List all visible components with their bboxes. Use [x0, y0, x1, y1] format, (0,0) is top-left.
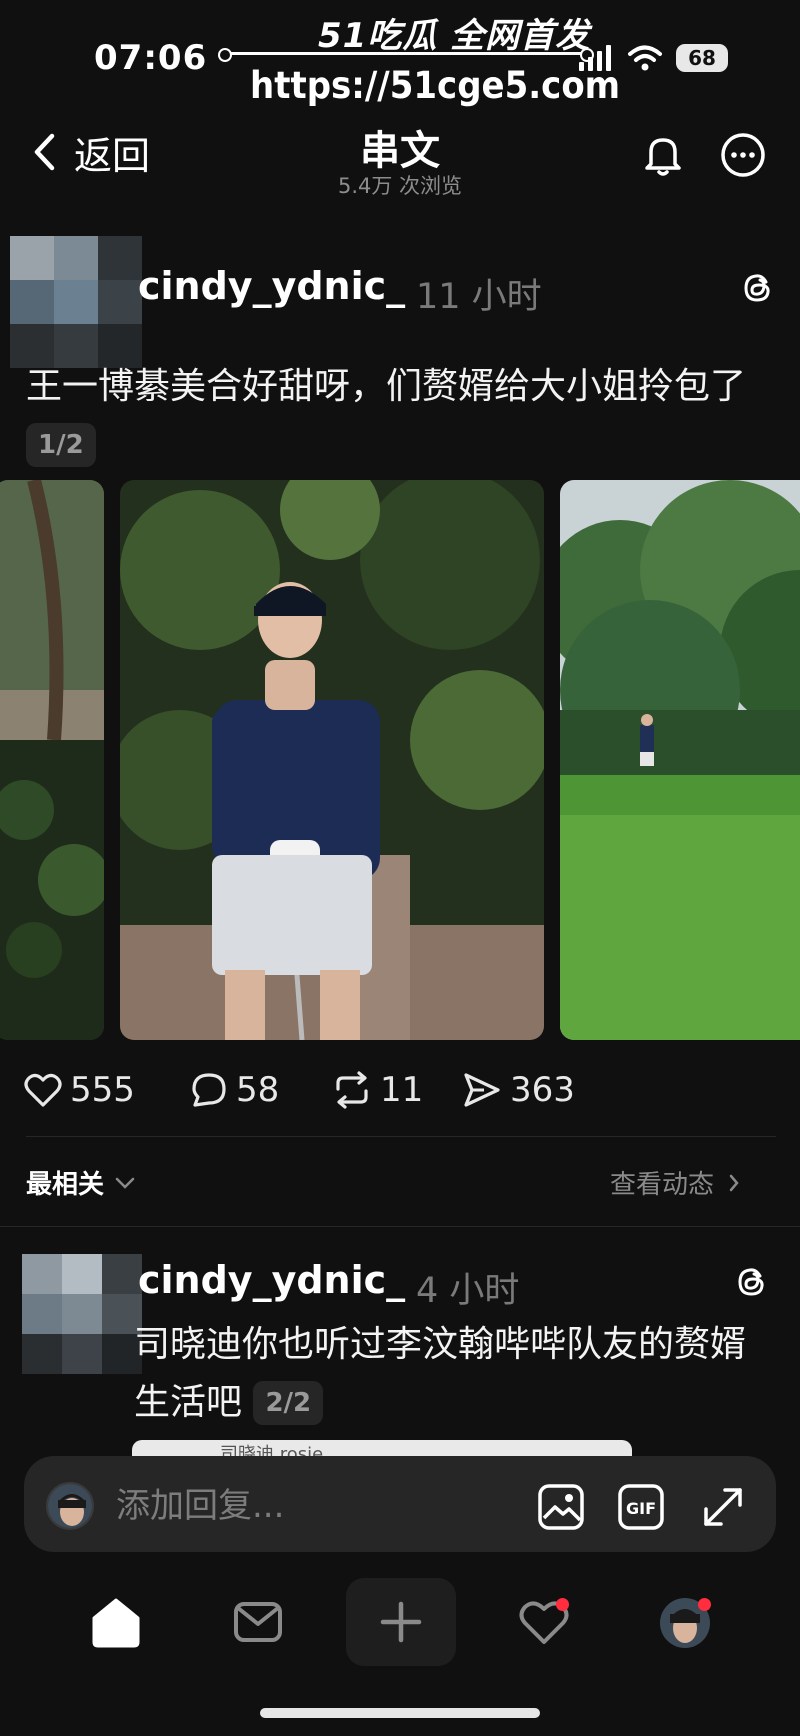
- view-activity-link[interactable]: 查看动态: [610, 1164, 740, 1201]
- back-label: 返回: [74, 133, 151, 178]
- threads-icon: [744, 274, 770, 302]
- reply-time: 4 小时: [416, 1271, 520, 1311]
- chevron-left-icon: [34, 133, 55, 171]
- share-count: 363: [510, 1070, 575, 1110]
- sort-dropdown[interactable]: 最相关: [26, 1164, 136, 1201]
- divider: [26, 1136, 776, 1137]
- plus-icon: [380, 1601, 422, 1643]
- post-text: 王一博綦美合好甜呀，们赘婿给大小姐拎包了 1/2: [26, 358, 776, 474]
- comment-button[interactable]: 58: [190, 1068, 279, 1112]
- signal-icon: [579, 45, 611, 71]
- repost-count: 11: [380, 1070, 424, 1110]
- thread-page-indicator: 1/2: [26, 423, 96, 467]
- watermark-title: 51吃瓜 全网首发: [318, 16, 591, 56]
- bell-icon[interactable]: [640, 132, 686, 178]
- divider: [0, 1226, 800, 1227]
- image-icon[interactable]: [536, 1482, 586, 1532]
- svg-text:GIF: GIF: [626, 1499, 656, 1518]
- thread-page-indicator: 2/2: [253, 1381, 324, 1425]
- expand-icon[interactable]: [698, 1482, 748, 1532]
- reply-avatar[interactable]: [22, 1254, 142, 1374]
- post-image-main[interactable]: [120, 480, 544, 1040]
- watermark-divider: [218, 48, 594, 62]
- heart-icon: [24, 1073, 62, 1107]
- create-post-button[interactable]: [346, 1578, 456, 1666]
- more-horizontal-icon[interactable]: [720, 132, 766, 178]
- share-icon: [464, 1073, 500, 1107]
- notification-dot: [698, 1598, 711, 1611]
- repost-icon: [336, 1071, 368, 1109]
- status-time: 07:06: [94, 38, 208, 78]
- battery-indicator: 68: [676, 44, 728, 72]
- view-count: 5.4万 次浏览: [337, 174, 463, 198]
- page-title: 串文: [360, 128, 440, 174]
- reply-body: 司晓迪你也听过李汶翰哔哔队友的赘婿生活吧: [134, 1324, 747, 1423]
- comment-icon: [192, 1073, 226, 1107]
- activity-label: 查看动态: [610, 1170, 715, 1200]
- avatar: [46, 1482, 94, 1530]
- reply-input[interactable]: [116, 1480, 416, 1532]
- chevron-down-icon: [115, 1177, 135, 1189]
- home-indicator: [260, 1708, 540, 1718]
- wifi-icon: [628, 45, 662, 71]
- gif-icon[interactable]: GIF: [616, 1482, 666, 1532]
- notification-dot: [556, 1598, 569, 1611]
- like-button[interactable]: 555: [24, 1068, 135, 1112]
- like-count: 555: [70, 1070, 135, 1110]
- chevron-right-icon: [729, 1174, 739, 1191]
- threads-icon: [738, 1268, 764, 1296]
- back-button[interactable]: 返回: [32, 130, 182, 178]
- comment-count: 58: [236, 1070, 280, 1110]
- sort-label: 最相关: [26, 1170, 105, 1200]
- inbox-icon[interactable]: [230, 1594, 286, 1650]
- reply-username[interactable]: cindy_ydnic_: [138, 1258, 405, 1302]
- repost-button[interactable]: 11: [332, 1068, 423, 1112]
- watermark-url: https://51cge5.com: [250, 64, 621, 108]
- post-time: 11 小时: [416, 277, 542, 317]
- post-username[interactable]: cindy_ydnic_: [138, 264, 405, 308]
- post-image-right[interactable]: [560, 480, 800, 1040]
- reply-text: 司晓迪你也听过李汶翰哔哔队友的赘婿生活吧 2/2: [134, 1316, 774, 1432]
- post-body: 王一博綦美合好甜呀，们赘婿给大小姐拎包了: [26, 366, 747, 407]
- avatar[interactable]: [10, 236, 142, 368]
- home-icon[interactable]: [88, 1594, 144, 1650]
- post-image-left[interactable]: [0, 480, 104, 1040]
- share-button[interactable]: 363: [462, 1068, 575, 1112]
